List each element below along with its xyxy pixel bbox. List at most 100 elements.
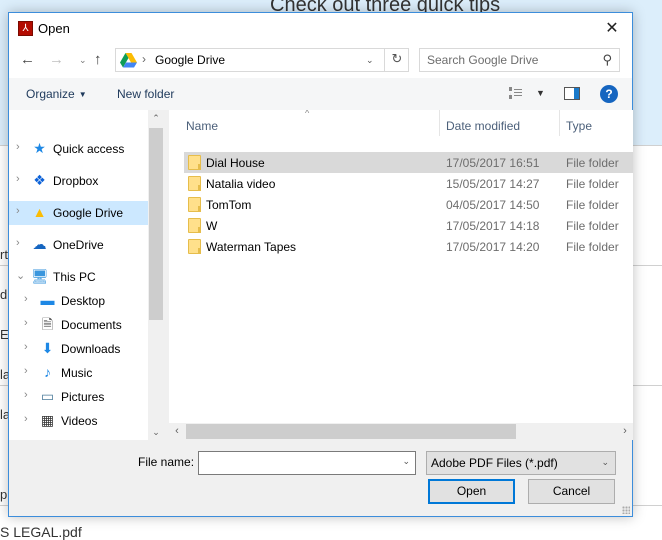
adobe-acrobat-icon: ⅄ [18, 21, 33, 36]
file-date-modified: 17/05/2017 16:51 [446, 156, 540, 170]
sidebar-item-music[interactable]: › ♪ Music [9, 361, 148, 385]
refresh-icon[interactable]: ↻ [384, 48, 409, 72]
help-icon[interactable]: ? [600, 85, 618, 103]
file-list-horizontal-scrollbar[interactable]: ‹ › [169, 423, 633, 440]
file-type-filter-select[interactable]: Adobe PDF Files (*.pdf) ⌄ [426, 451, 616, 475]
sidebar-item-label: Pictures [61, 390, 105, 404]
background-fragment: d [0, 287, 8, 302]
address-bar[interactable]: › Google Drive ⌄ ↻ [115, 48, 409, 72]
forward-arrow-icon[interactable]: → [49, 51, 64, 68]
file-row[interactable]: Natalia video 15/05/2017 14:27 File folder [184, 173, 633, 194]
background-file-label[interactable]: S LEGAL.pdf [0, 524, 82, 540]
search-box: ⚲ [419, 48, 620, 72]
chevron-right-icon[interactable]: › [24, 389, 28, 401]
chevron-right-icon[interactable]: › [24, 365, 28, 377]
caret-down-icon: ▼ [78, 90, 87, 99]
file-date-modified: 17/05/2017 14:18 [446, 219, 540, 233]
dialog-titlebar[interactable]: ⅄ Open ✕ [9, 13, 632, 44]
close-button[interactable]: ✕ [592, 13, 632, 44]
open-button[interactable]: Open [428, 479, 515, 504]
sidebar-item-onedrive[interactable]: › ☁ OneDrive [9, 233, 148, 257]
new-folder-button[interactable]: New folder [117, 87, 174, 101]
file-row[interactable]: TomTom 04/05/2017 14:50 File folder [184, 194, 633, 215]
up-arrow-icon[interactable]: ↑ [94, 51, 102, 68]
file-row[interactable]: W 17/05/2017 14:18 File folder [184, 215, 633, 236]
file-row[interactable]: Dial House 17/05/2017 16:51 File folder [184, 152, 633, 173]
chevron-down-icon[interactable]: ⌄ [16, 269, 25, 282]
dropbox-icon: ❖ [33, 172, 46, 188]
sidebar-item-documents[interactable]: › 🗎 Documents [9, 313, 148, 337]
column-header-name[interactable]: Name [186, 119, 218, 133]
file-name-label: File name: [138, 455, 195, 469]
sidebar-item-this-pc[interactable]: ⌄ 🖥 This PC [9, 265, 148, 289]
column-header-date-modified[interactable]: Date modified [446, 119, 520, 133]
file-name: Dial House [206, 156, 265, 170]
back-arrow-icon[interactable]: ← [20, 51, 35, 68]
caret-down-icon: ▼ [536, 88, 545, 98]
scroll-right-icon[interactable]: › [617, 423, 633, 440]
file-type: File folder [566, 198, 619, 212]
google-drive-icon: ▲ [32, 204, 47, 220]
preview-pane-icon[interactable] [564, 87, 580, 100]
sidebar-item-google-drive[interactable]: › ▲ Google Drive [9, 201, 148, 225]
scroll-up-icon[interactable]: ⌃ [148, 110, 164, 126]
resize-grip[interactable] [622, 506, 630, 514]
file-name: TomTom [206, 198, 252, 212]
column-divider[interactable] [439, 110, 440, 136]
file-name-combobox: ⌄ [198, 451, 416, 475]
chevron-right-icon[interactable]: › [24, 437, 28, 440]
chevron-right-icon[interactable]: › [16, 173, 20, 185]
organize-label: Organize [26, 87, 75, 101]
documents-icon: 🗎 [41, 316, 54, 332]
chevron-right-icon[interactable]: › [16, 237, 20, 249]
file-name: W [206, 219, 218, 233]
sidebar-item-pictures[interactable]: › ▭ Pictures [9, 385, 148, 409]
organize-button[interactable]: Organize ▼ [26, 87, 87, 101]
folder-icon [188, 155, 201, 170]
recent-locations-chevron-icon[interactable]: ⌄ [79, 55, 87, 66]
sidebar-item-dropbox[interactable]: › ❖ Dropbox [9, 169, 148, 193]
downloads-arrow-icon: ⬇ [41, 340, 54, 356]
chevron-right-icon[interactable]: › [24, 293, 28, 305]
chevron-right-icon[interactable]: › [16, 141, 20, 153]
sidebar-item-downloads[interactable]: › ⬇ Downloads [9, 337, 148, 361]
videos-film-icon: ▦ [40, 412, 55, 428]
sidebar-item-videos[interactable]: › ▦ Videos [9, 409, 148, 433]
column-header-type[interactable]: Type [566, 119, 592, 133]
file-name-dropdown-icon[interactable]: ⌄ [402, 456, 410, 467]
local-disk-icon: ▭ [39, 436, 56, 440]
file-type: File folder [566, 177, 619, 191]
navigation-pane-scrollbar[interactable]: ⌃ ⌄ [148, 110, 164, 440]
chevron-down-icon: ⌄ [601, 457, 609, 467]
folder-icon [188, 197, 201, 212]
cancel-button[interactable]: Cancel [528, 479, 615, 504]
sidebar-item-desktop[interactable]: › ▬ Desktop [9, 289, 148, 313]
file-row[interactable]: Waterman Tapes 17/05/2017 14:20 File folde… [184, 236, 633, 257]
scrollbar-thumb[interactable] [149, 128, 163, 320]
sidebar-item-label: Videos [61, 414, 98, 428]
file-date-modified: 04/05/2017 14:50 [446, 198, 540, 212]
details-view-icon [509, 87, 522, 99]
search-icon[interactable]: ⚲ [602, 52, 612, 68]
scroll-left-icon[interactable]: ‹ [169, 423, 185, 440]
column-divider[interactable] [559, 110, 560, 136]
file-name-input[interactable] [199, 452, 394, 474]
chevron-right-icon[interactable]: › [24, 413, 28, 425]
chevron-right-icon[interactable]: › [24, 341, 28, 353]
open-dialog: ⅄ Open ✕ ← → ⌄ ↑ › Google Drive ⌄ ↻ ⚲ Or… [8, 12, 633, 517]
sidebar-item-label: Desktop [61, 294, 106, 308]
scroll-down-icon[interactable]: ⌄ [148, 424, 164, 440]
address-dropdown-icon[interactable]: ⌄ [366, 55, 374, 66]
breadcrumb-google-drive[interactable]: Google Drive [155, 53, 225, 67]
change-view-button[interactable]: ▼ [509, 86, 549, 102]
quick-access-star-icon: ★ [33, 140, 46, 156]
sidebar-item-local-disk-c[interactable]: › ▭ Local Disk (C:) [9, 433, 148, 440]
pictures-icon: ▭ [40, 388, 55, 404]
sidebar-item-quick-access[interactable]: › ★ Quick access [9, 137, 148, 161]
chevron-right-icon[interactable]: › [16, 205, 20, 217]
folder-icon [188, 218, 201, 233]
search-input[interactable] [420, 49, 590, 71]
scrollbar-thumb[interactable] [186, 424, 516, 439]
navigation-pane: › ★ Quick access › ❖ Dropbox › ▲ Google Drive › ☁ O… [9, 110, 164, 440]
chevron-right-icon[interactable]: › [24, 317, 28, 329]
